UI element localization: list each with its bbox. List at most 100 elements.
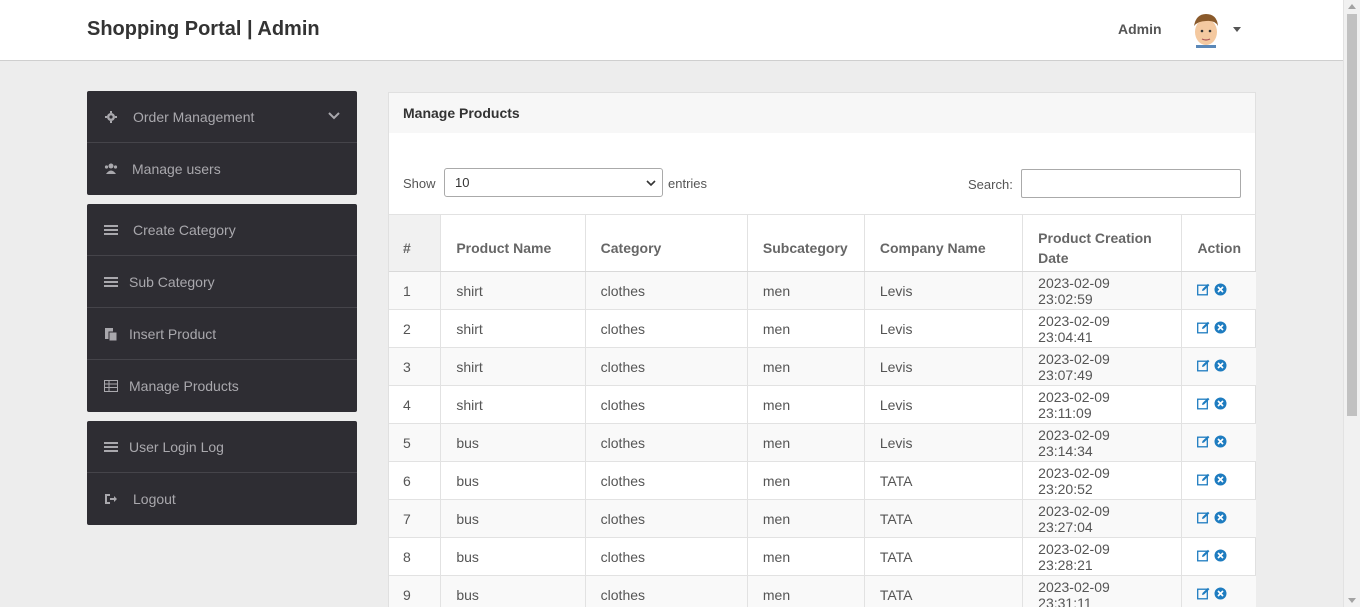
cell-company-name: Levis <box>864 271 1024 310</box>
cell-company-name: Levis <box>864 423 1024 462</box>
cell-row-number: 5 <box>389 423 442 462</box>
column-header-category[interactable]: Category <box>585 214 748 272</box>
delete-icon[interactable] <box>1214 435 1227 448</box>
table-row: 2 shirt clothes men Levis 2023-02-09 23:04:41 <box>389 309 1256 348</box>
sidebar-item-logout[interactable]: Logout <box>87 473 357 525</box>
entries-length-select[interactable]: 10 <box>444 168 663 197</box>
scroll-down-arrow-icon[interactable] <box>1348 598 1356 603</box>
sidebar-item-user-login-log[interactable]: User Login Log <box>87 421 357 473</box>
delete-icon[interactable] <box>1214 359 1227 372</box>
delete-icon[interactable] <box>1214 511 1227 524</box>
search-input[interactable] <box>1021 169 1241 198</box>
cell-row-number: 8 <box>389 537 442 576</box>
cell-row-number: 7 <box>389 499 442 538</box>
cell-action <box>1181 537 1256 576</box>
edit-icon[interactable] <box>1197 587 1210 600</box>
chevron-down-icon <box>646 180 656 187</box>
cell-product-name: bus <box>440 499 586 538</box>
cell-product-name: bus <box>440 423 586 462</box>
sidebar-item-create-category[interactable]: Create Category <box>87 204 357 256</box>
cell-category: clothes <box>585 575 748 607</box>
sidebar-item-sub-category[interactable]: Sub Category <box>87 256 357 308</box>
column-header-subcategory[interactable]: Subcategory <box>747 214 865 272</box>
column-header-product-name[interactable]: Product Name <box>440 214 586 272</box>
user-dropdown-caret-icon[interactable] <box>1233 27 1241 32</box>
brand-title[interactable]: Shopping Portal | Admin <box>87 18 320 41</box>
cell-action <box>1181 347 1256 386</box>
cell-creation-date: 2023-02-09 23:02:59 <box>1022 271 1183 310</box>
delete-icon[interactable] <box>1214 283 1227 296</box>
cell-creation-date: 2023-02-09 23:04:41 <box>1022 309 1183 348</box>
cell-creation-date: 2023-02-09 23:27:04 <box>1022 499 1183 538</box>
cell-creation-date: 2023-02-09 23:14:34 <box>1022 423 1183 462</box>
cell-company-name: Levis <box>864 385 1024 424</box>
edit-icon[interactable] <box>1197 397 1210 410</box>
user-menu-label[interactable]: Admin <box>1118 21 1162 37</box>
cell-company-name: TATA <box>864 499 1024 538</box>
edit-icon[interactable] <box>1197 511 1210 524</box>
column-header-creation-date[interactable]: Product Creation Date <box>1022 214 1183 272</box>
sidebar-item-label: Sub Category <box>129 273 215 290</box>
table-row: 4 shirt clothes men Levis 2023-02-09 23:11:09 <box>389 385 1256 424</box>
cell-creation-date: 2023-02-09 23:20:52 <box>1022 461 1183 500</box>
avatar[interactable] <box>1190 12 1222 48</box>
sidebar-group-catalog: Create Category Sub Category Insert Prod… <box>87 204 357 412</box>
cell-creation-date: 2023-02-09 23:07:49 <box>1022 347 1183 386</box>
column-header-number[interactable]: # <box>389 214 442 272</box>
table-row: 9 bus clothes men TATA 2023-02-09 23:31:11 <box>389 575 1256 607</box>
delete-icon[interactable] <box>1214 397 1227 410</box>
sidebar-item-label: Create Category <box>133 221 236 238</box>
cell-product-name: shirt <box>440 385 586 424</box>
cell-row-number: 1 <box>389 271 442 310</box>
cell-action <box>1181 271 1256 310</box>
cell-action <box>1181 461 1256 500</box>
edit-icon[interactable] <box>1197 473 1210 486</box>
scroll-up-arrow-icon[interactable] <box>1348 4 1356 9</box>
cell-row-number: 4 <box>389 385 442 424</box>
sidebar-item-manage-products[interactable]: Manage Products <box>87 360 357 412</box>
delete-icon[interactable] <box>1214 473 1227 486</box>
edit-icon[interactable] <box>1197 435 1210 448</box>
cell-category: clothes <box>585 423 748 462</box>
sidebar-item-insert-product[interactable]: Insert Product <box>87 308 357 360</box>
gear-icon <box>105 110 117 123</box>
page-scrollbar[interactable] <box>1343 0 1360 607</box>
column-header-company-name[interactable]: Company Name <box>864 214 1024 272</box>
cell-subcategory: men <box>747 461 865 500</box>
table-row: 7 bus clothes men TATA 2023-02-09 23:27:04 <box>389 499 1256 538</box>
cell-category: clothes <box>585 271 748 310</box>
cell-subcategory: men <box>747 537 865 576</box>
cell-category: clothes <box>585 385 748 424</box>
cell-product-name: shirt <box>440 309 586 348</box>
cell-creation-date: 2023-02-09 23:28:21 <box>1022 537 1183 576</box>
edit-icon[interactable] <box>1197 549 1210 562</box>
scrollbar-thumb[interactable] <box>1347 14 1357 416</box>
sidebar-item-label: Logout <box>133 491 176 507</box>
cell-company-name: Levis <box>864 347 1024 386</box>
search-label: Search: <box>968 177 1013 192</box>
sidebar-item-label: User Login Log <box>129 438 224 455</box>
delete-icon[interactable] <box>1214 587 1227 600</box>
cell-category: clothes <box>585 499 748 538</box>
edit-icon[interactable] <box>1197 359 1210 372</box>
sidebar-item-order-management[interactable]: Order Management <box>87 91 357 143</box>
sidebar-item-label: Manage Products <box>129 378 239 394</box>
cell-subcategory: men <box>747 271 865 310</box>
cell-creation-date: 2023-02-09 23:11:09 <box>1022 385 1183 424</box>
users-icon <box>104 163 118 174</box>
cell-subcategory: men <box>747 309 865 348</box>
tasks-icon <box>104 224 118 235</box>
show-label: Show <box>403 176 436 191</box>
cell-product-name: shirt <box>440 347 586 386</box>
sidebar-item-manage-users[interactable]: Manage users <box>87 143 357 195</box>
cell-action <box>1181 309 1256 348</box>
table-row: 3 shirt clothes men Levis 2023-02-09 23:07:49 <box>389 347 1256 386</box>
edit-icon[interactable] <box>1197 283 1210 296</box>
delete-icon[interactable] <box>1214 321 1227 334</box>
chevron-down-icon <box>328 112 340 120</box>
sign-out-icon <box>105 494 117 504</box>
edit-icon[interactable] <box>1197 321 1210 334</box>
delete-icon[interactable] <box>1214 549 1227 562</box>
tasks-icon <box>104 276 118 287</box>
manage-products-panel: Manage Products Show 10 entries Search: … <box>388 92 1256 607</box>
